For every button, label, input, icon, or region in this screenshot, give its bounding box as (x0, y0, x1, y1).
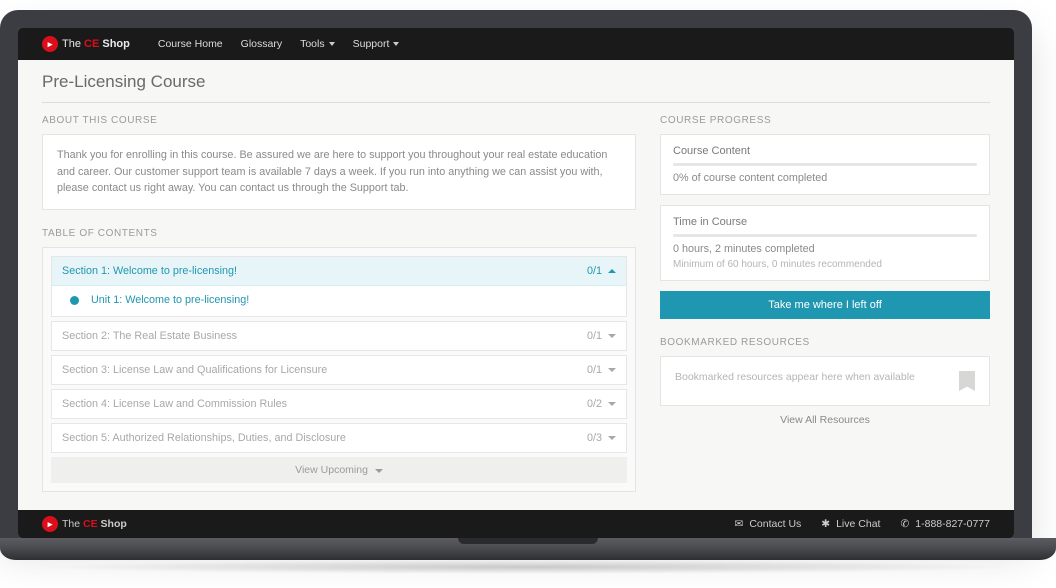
play-badge-icon: ▸ (42, 36, 58, 52)
toc-section-header[interactable]: Section 5: Authorized Relationships, Dut… (52, 424, 626, 452)
chevron-down-icon (393, 42, 399, 46)
table-of-contents: Section 1: Welcome to pre-licensing! 0/1… (42, 247, 636, 492)
chevron-up-icon (608, 269, 616, 273)
footer-livechat-link[interactable]: ✱ Live Chat (821, 518, 880, 530)
toc-section: Section 5: Authorized Relationships, Dut… (51, 423, 627, 453)
divider (42, 102, 990, 103)
laptop-shadow (38, 560, 1018, 574)
toc-section: Section 4: License Law and Commission Ru… (51, 389, 627, 419)
bookmark-flag-icon (959, 371, 975, 391)
footer-links: ✉ Contact Us ✱ Live Chat ✆ 1-888-827-077… (735, 518, 990, 530)
chevron-down-icon (608, 334, 616, 338)
mail-icon: ✉ (735, 518, 744, 530)
progress-bar (673, 234, 977, 237)
toc-section-title: Section 3: License Law and Qualification… (62, 364, 327, 376)
toc-section-header[interactable]: Section 1: Welcome to pre-licensing! 0/1 (52, 257, 626, 286)
progress-heading: COURSE PROGRESS (660, 115, 990, 126)
toc-unit-title: Unit 1: Welcome to pre-licensing! (91, 294, 249, 306)
screen: ▸ The CE Shop Course Home Glossary Tools… (18, 28, 1014, 538)
footer-logo[interactable]: ▸ The CE Shop (42, 516, 127, 532)
footer-phone-link[interactable]: ✆ 1-888-827-0777 (900, 518, 990, 530)
chevron-down-icon (329, 42, 335, 46)
toc-section-count: 0/1 (587, 364, 602, 376)
main-content: ABOUT THIS COURSE Thank you for enrollin… (18, 111, 1014, 510)
toc-section-title: Section 5: Authorized Relationships, Dut… (62, 432, 346, 444)
toc-section-count: 0/1 (587, 265, 602, 277)
chat-icon: ✱ (821, 518, 830, 530)
page-title-row: Pre-Licensing Course (18, 60, 1014, 98)
toc-section-title: Section 2: The Real Estate Business (62, 330, 237, 342)
progress-content-title: Course Content (673, 145, 977, 157)
laptop-base (0, 538, 1056, 560)
nav-tools-label: Tools (300, 38, 325, 50)
view-all-resources-link[interactable]: View All Resources (660, 414, 990, 426)
primary-nav: Course Home Glossary Tools Support (158, 38, 400, 50)
brand-ce: CE (83, 518, 98, 530)
left-column: ABOUT THIS COURSE Thank you for enrollin… (42, 111, 636, 510)
bookmarks-heading: BOOKMARKED RESOURCES (660, 337, 990, 348)
chevron-down-icon (608, 368, 616, 372)
footer-livechat-label: Live Chat (836, 518, 880, 530)
top-nav-bar: ▸ The CE Shop Course Home Glossary Tools… (18, 28, 1014, 60)
toc-section: Section 2: The Real Estate Business 0/1 (51, 321, 627, 351)
nav-support-label: Support (353, 38, 390, 50)
progress-time-title: Time in Course (673, 216, 977, 228)
laptop-frame: ▸ The CE Shop Course Home Glossary Tools… (0, 10, 1032, 538)
nav-support[interactable]: Support (353, 38, 400, 50)
toc-section-count: 0/3 (587, 432, 602, 444)
toc-section-header[interactable]: Section 2: The Real Estate Business 0/1 (52, 322, 626, 350)
progress-time-card: Time in Course 0 hours, 2 minutes comple… (660, 205, 990, 281)
footer-phone-label: 1-888-827-0777 (915, 518, 990, 530)
toc-section-count: 0/1 (587, 330, 602, 342)
toc-section: Section 1: Welcome to pre-licensing! 0/1… (51, 256, 627, 317)
toc-heading: TABLE OF CONTENTS (42, 228, 636, 239)
brand-shop: Shop (101, 518, 127, 530)
footer-contact-label: Contact Us (749, 518, 801, 530)
brand-ce: CE (84, 38, 99, 50)
right-column: COURSE PROGRESS Course Content 0% of cou… (660, 111, 990, 510)
resume-button[interactable]: Take me where I left off (660, 291, 990, 319)
brand-the: The (62, 38, 81, 50)
chevron-down-icon (608, 436, 616, 440)
progress-time-status: 0 hours, 2 minutes completed (673, 243, 977, 255)
nav-tools[interactable]: Tools (300, 38, 335, 50)
unit-status-dot-icon (70, 296, 79, 305)
chevron-down-icon (608, 402, 616, 406)
toc-section-header[interactable]: Section 4: License Law and Commission Ru… (52, 390, 626, 418)
toc-section-title: Section 1: Welcome to pre-licensing! (62, 265, 237, 277)
brand-logo[interactable]: ▸ The CE Shop (42, 36, 130, 52)
about-card: Thank you for enrolling in this course. … (42, 134, 636, 210)
brand-shop: Shop (102, 38, 130, 50)
nav-course-home[interactable]: Course Home (158, 38, 223, 50)
brand-the: The (62, 518, 80, 530)
nav-glossary[interactable]: Glossary (241, 38, 282, 50)
about-heading: ABOUT THIS COURSE (42, 115, 636, 126)
toc-section-count: 0/2 (587, 398, 602, 410)
footer-contact-link[interactable]: ✉ Contact Us (735, 518, 802, 530)
progress-time-sub: Minimum of 60 hours, 0 minutes recommend… (673, 259, 977, 270)
view-upcoming-label: View Upcoming (295, 464, 368, 476)
progress-bar (673, 163, 977, 166)
toc-section: Section 3: License Law and Qualification… (51, 355, 627, 385)
page-title: Pre-Licensing Course (42, 72, 990, 92)
play-badge-icon: ▸ (42, 516, 58, 532)
footer-bar: ▸ The CE Shop ✉ Contact Us ✱ Live Chat ✆… (18, 510, 1014, 538)
toc-section-header[interactable]: Section 3: License Law and Qualification… (52, 356, 626, 384)
toc-unit[interactable]: Unit 1: Welcome to pre-licensing! (52, 286, 626, 316)
chevron-down-icon (375, 469, 383, 473)
progress-content-card: Course Content 0% of course content comp… (660, 134, 990, 195)
bookmarks-card: Bookmarked resources appear here when av… (660, 356, 990, 406)
view-upcoming-button[interactable]: View Upcoming (51, 457, 627, 483)
bookmarks-empty-text: Bookmarked resources appear here when av… (675, 371, 915, 383)
phone-icon: ✆ (900, 518, 909, 530)
toc-section-title: Section 4: License Law and Commission Ru… (62, 398, 287, 410)
progress-content-status: 0% of course content completed (673, 172, 977, 184)
